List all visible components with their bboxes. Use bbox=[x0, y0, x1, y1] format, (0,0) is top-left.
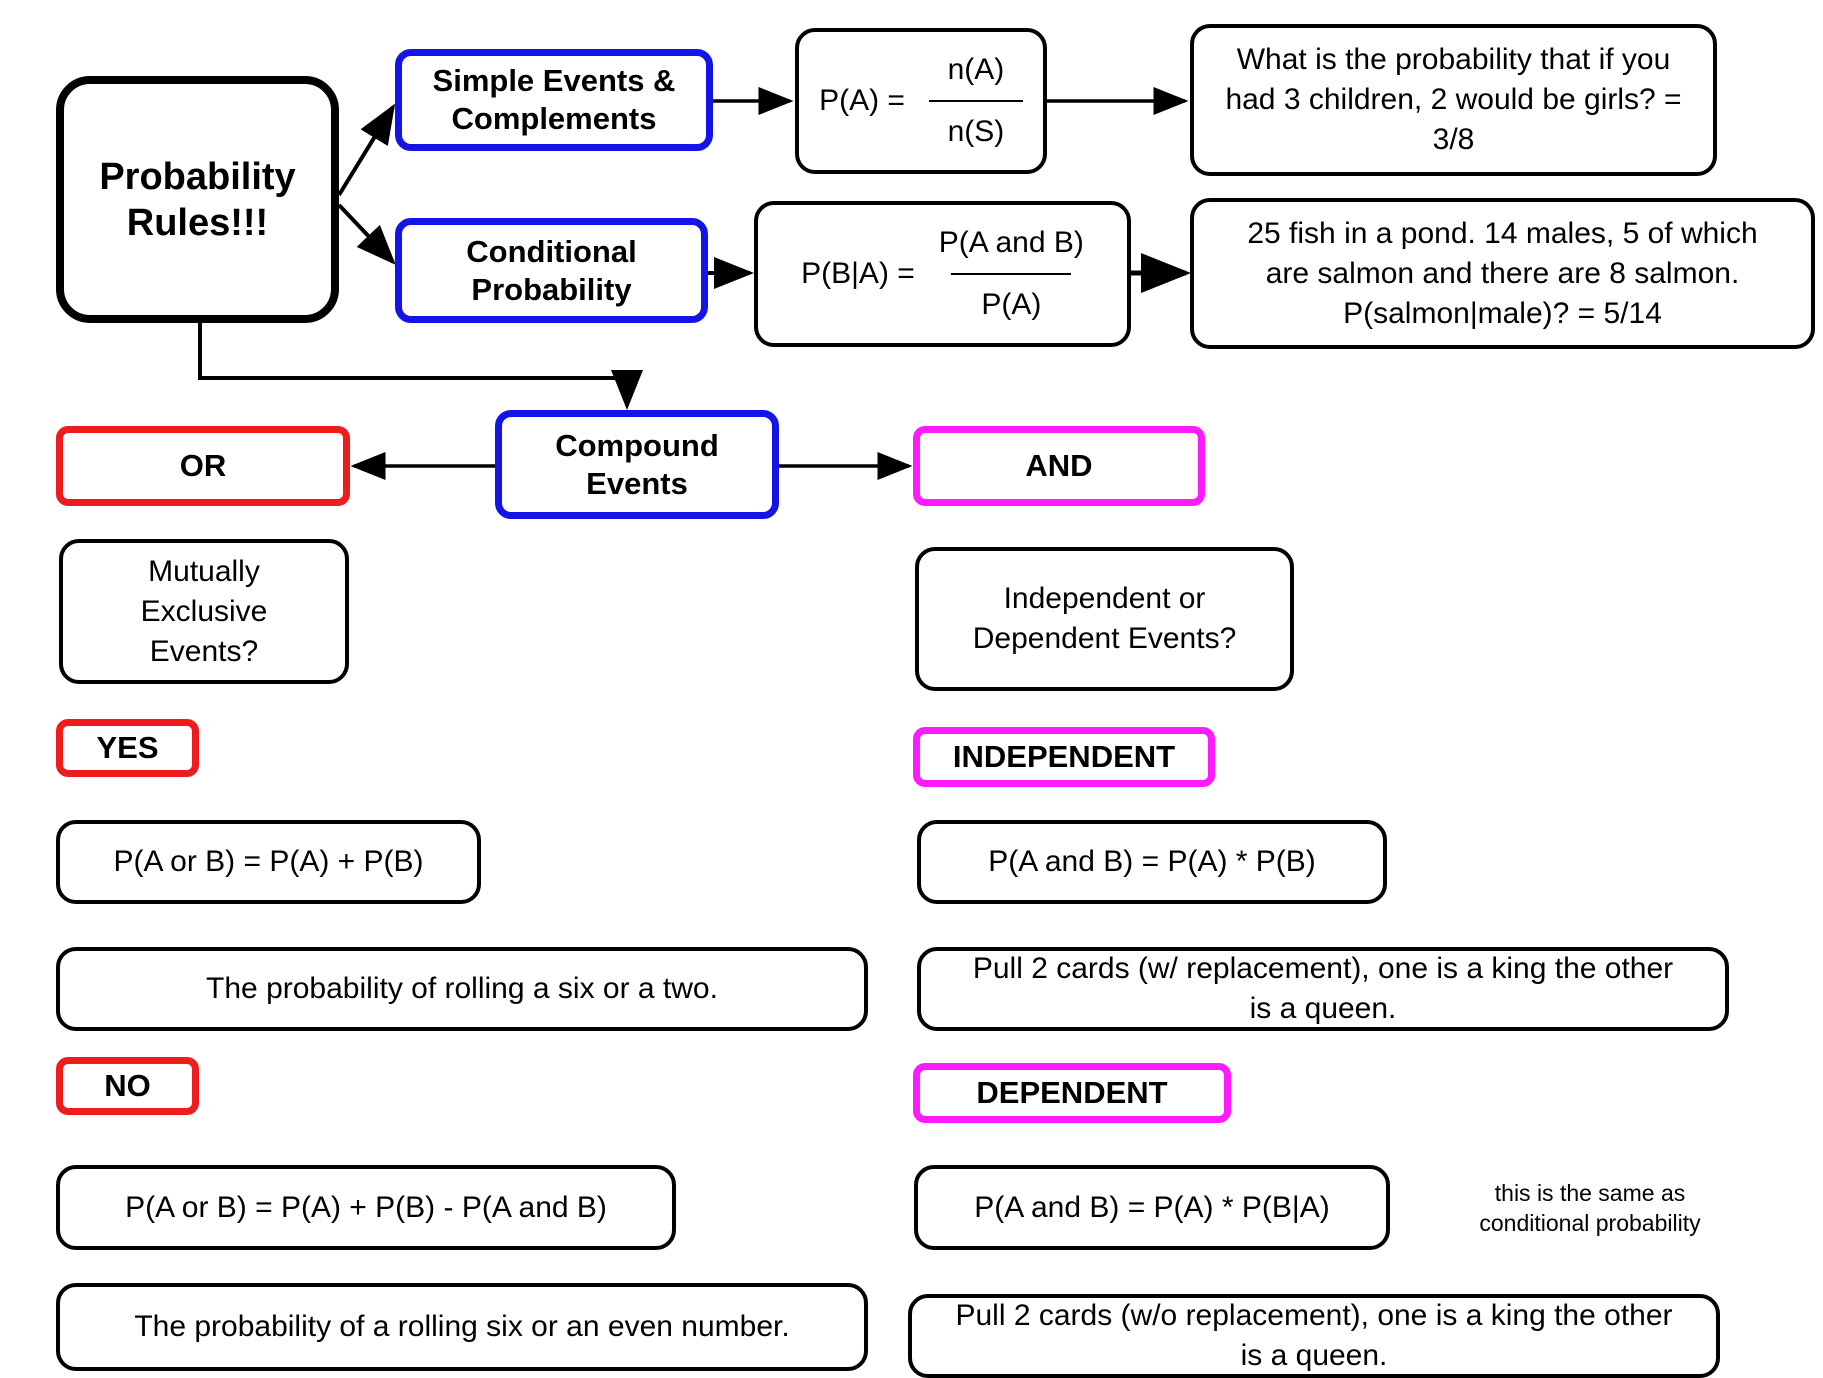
formula-numerator: n(A) bbox=[947, 53, 1005, 86]
root-title-line1: Probability bbox=[99, 155, 296, 198]
independent-label-box: INDEPENDENT bbox=[913, 727, 1215, 787]
yes-label-box: YES bbox=[56, 719, 199, 777]
simple-probability-formula: P(A) = n(A) n(S) bbox=[795, 28, 1047, 174]
formula-denominator: P(A) bbox=[981, 288, 1042, 321]
example-text: What is the probability that if you had … bbox=[1225, 43, 1682, 156]
conditional-probability-node: Conditional Probability bbox=[395, 218, 708, 323]
simple-events-node: Simple Events & Complements bbox=[395, 49, 713, 151]
arrow-root-to-compound bbox=[198, 323, 643, 410]
formula-text: P(A or B) = P(A) + P(B) bbox=[113, 845, 424, 878]
example-text: Pull 2 cards (w/ replacement), one is a … bbox=[972, 952, 1674, 1025]
compound-events-node: Compound Events bbox=[495, 410, 779, 519]
question-text: Independent or Dependent Events? bbox=[972, 582, 1237, 655]
or-node: OR bbox=[56, 426, 350, 506]
conditional-line2: Probability bbox=[471, 271, 632, 307]
conditional-note: this is the same as conditional probabil… bbox=[1445, 1178, 1735, 1238]
example-text: The probability of a rolling six or an e… bbox=[134, 1310, 790, 1343]
conditional-line1: Conditional bbox=[466, 233, 637, 269]
formula-denominator: n(S) bbox=[947, 115, 1005, 148]
and-node: AND bbox=[913, 426, 1205, 506]
simple-events-line2: Complements bbox=[451, 101, 657, 136]
dependent-label-box: DEPENDENT bbox=[913, 1063, 1231, 1123]
or-not-mutually-exclusive-example: The probability of a rolling six or an e… bbox=[56, 1283, 868, 1371]
formula-text: P(A and B) = P(A) * P(B) bbox=[988, 845, 1316, 878]
independent-dependent-question: Independent or Dependent Events? bbox=[915, 547, 1294, 691]
or-mutually-exclusive-example: The probability of rolling a six or a tw… bbox=[56, 947, 868, 1031]
formula-text: P(A or B) = P(A) + P(B) - P(A and B) bbox=[125, 1190, 607, 1224]
and-independent-example: Pull 2 cards (w/ replacement), one is a … bbox=[917, 947, 1729, 1031]
arrow-root-to-simple bbox=[337, 103, 396, 197]
question-text: Mutually Exclusive Events? bbox=[140, 554, 268, 668]
conditional-example: 25 fish in a pond. 14 males, 5 of which … bbox=[1190, 198, 1815, 349]
compound-line2: Events bbox=[586, 465, 688, 501]
formula-lhs: P(B|A) = bbox=[801, 257, 915, 290]
conditional-probability-formula: P(B|A) = P(A and B) P(A) bbox=[754, 201, 1131, 347]
simple-events-example: What is the probability that if you had … bbox=[1190, 24, 1717, 176]
or-label: OR bbox=[179, 448, 227, 483]
fraction-bar bbox=[928, 100, 1023, 102]
and-dependent-example: Pull 2 cards (w/o replacement), one is a… bbox=[908, 1294, 1720, 1378]
example-text: 25 fish in a pond. 14 males, 5 of which … bbox=[1247, 216, 1758, 330]
no-label-box: NO bbox=[56, 1057, 199, 1115]
mutually-exclusive-question: Mutually Exclusive Events? bbox=[59, 539, 349, 684]
formula-text: P(A and B) = P(A) * P(B|A) bbox=[974, 1190, 1330, 1224]
yes-label: YES bbox=[96, 730, 159, 765]
example-text: The probability of rolling a six or a tw… bbox=[206, 972, 718, 1005]
dependent-label: DEPENDENT bbox=[976, 1075, 1168, 1110]
independent-label: INDEPENDENT bbox=[952, 739, 1176, 774]
note-text: this is the same as conditional probabil… bbox=[1479, 1180, 1701, 1236]
simple-events-line1: Simple Events & bbox=[432, 63, 676, 98]
fraction-bar bbox=[951, 273, 1072, 275]
root-title-line2: Rules!!! bbox=[126, 201, 269, 244]
arrow-root-to-conditional bbox=[337, 203, 396, 265]
and-label: AND bbox=[1025, 448, 1093, 483]
or-mutually-exclusive-formula: P(A or B) = P(A) + P(B) bbox=[56, 820, 481, 904]
or-not-mutually-exclusive-formula: P(A or B) = P(A) + P(B) - P(A and B) bbox=[56, 1165, 676, 1250]
compound-line1: Compound bbox=[555, 427, 719, 463]
and-independent-formula: P(A and B) = P(A) * P(B) bbox=[917, 820, 1387, 904]
no-label: NO bbox=[104, 1068, 151, 1103]
and-dependent-formula: P(A and B) = P(A) * P(B|A) bbox=[914, 1165, 1390, 1250]
example-text: Pull 2 cards (w/o replacement), one is a… bbox=[955, 1299, 1673, 1372]
formula-lhs: P(A) = bbox=[819, 84, 905, 117]
formula-numerator: P(A and B) bbox=[938, 226, 1084, 259]
probability-rules-root: Probability Rules!!! bbox=[56, 76, 339, 323]
